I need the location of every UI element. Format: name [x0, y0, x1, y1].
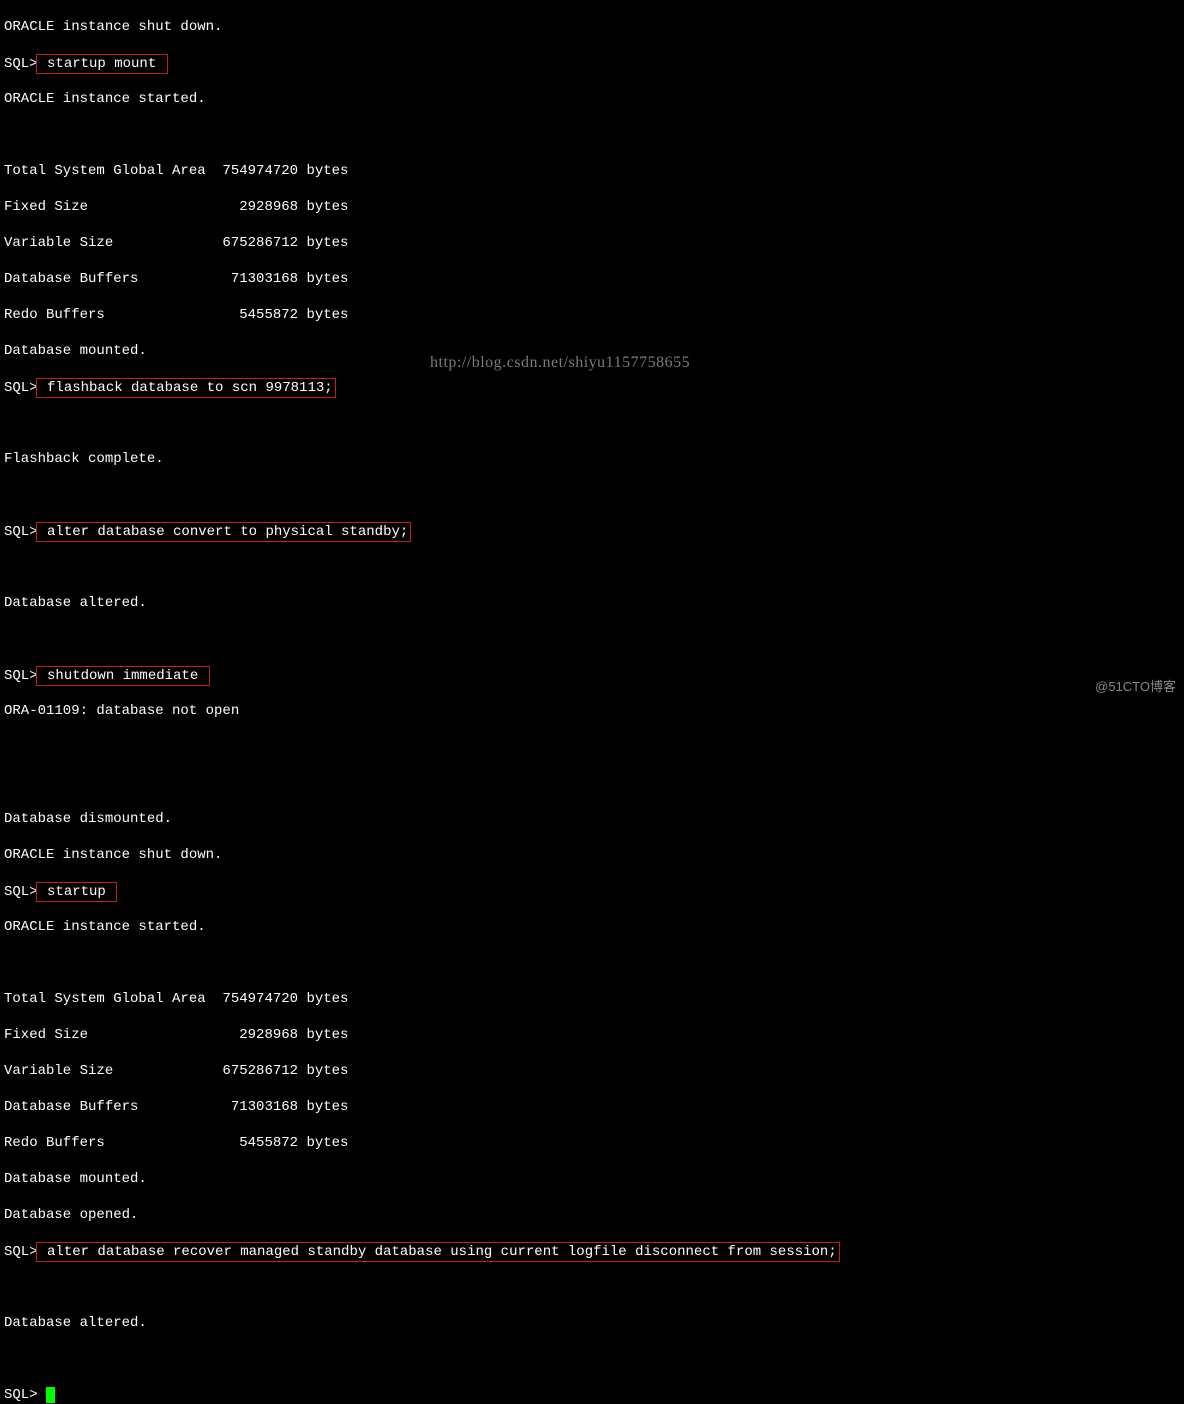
output-line: Flashback complete. [4, 450, 1180, 468]
highlighted-command: alter database recover managed standby d… [36, 1242, 840, 1262]
output-line: Fixed Size 2928968 bytes [4, 198, 1180, 216]
blank-line [4, 1278, 1180, 1296]
output-line: ORACLE instance shut down. [4, 18, 1180, 36]
output-line: Database mounted. [4, 342, 1180, 360]
output-line: ORA-01109: database not open [4, 702, 1180, 720]
command-line: SQL> startup mount [4, 54, 1180, 72]
highlighted-command: flashback database to scn 9978113; [36, 378, 336, 398]
highlighted-command: startup mount [36, 54, 168, 74]
highlighted-command: alter database convert to physical stand… [36, 522, 412, 542]
output-line: ORACLE instance shut down. [4, 846, 1180, 864]
output-line: Variable Size 675286712 bytes [4, 1062, 1180, 1080]
output-line: ORACLE instance started. [4, 90, 1180, 108]
output-line: Database opened. [4, 1206, 1180, 1224]
output-line: Database Buffers 71303168 bytes [4, 270, 1180, 288]
output-line: Database mounted. [4, 1170, 1180, 1188]
output-line: Redo Buffers 5455872 bytes [4, 306, 1180, 324]
blank-line [4, 630, 1180, 648]
output-line: Database altered. [4, 594, 1180, 612]
command-line: SQL> shutdown immediate [4, 666, 1180, 684]
output-line: Total System Global Area 754974720 bytes [4, 990, 1180, 1008]
output-line: Fixed Size 2928968 bytes [4, 1026, 1180, 1044]
attribution-text: @51CTO博客 [1095, 678, 1176, 696]
highlighted-command: shutdown immediate [36, 666, 210, 686]
blank-line [4, 738, 1180, 756]
highlighted-command: startup [36, 882, 118, 902]
command-line: SQL> alter database recover managed stan… [4, 1242, 1180, 1260]
output-line: Total System Global Area 754974720 bytes [4, 162, 1180, 180]
output-line: Database Buffers 71303168 bytes [4, 1098, 1180, 1116]
blank-line [4, 414, 1180, 432]
command-line: SQL> alter database convert to physical … [4, 522, 1180, 540]
output-line: Database dismounted. [4, 810, 1180, 828]
output-line: ORACLE instance started. [4, 918, 1180, 936]
command-line: SQL> flashback database to scn 9978113; [4, 378, 1180, 396]
cursor-icon [46, 1387, 55, 1403]
terminal-output: ORACLE instance shut down. SQL> startup … [4, 0, 1180, 1404]
prompt-line[interactable]: SQL> [4, 1386, 1180, 1404]
output-line: Variable Size 675286712 bytes [4, 234, 1180, 252]
blank-line [4, 1350, 1180, 1368]
blank-line [4, 558, 1180, 576]
output-line: Database altered. [4, 1314, 1180, 1332]
command-line: SQL> startup [4, 882, 1180, 900]
blank-line [4, 126, 1180, 144]
blank-line [4, 486, 1180, 504]
blank-line [4, 774, 1180, 792]
output-line: Redo Buffers 5455872 bytes [4, 1134, 1180, 1152]
blank-line [4, 954, 1180, 972]
